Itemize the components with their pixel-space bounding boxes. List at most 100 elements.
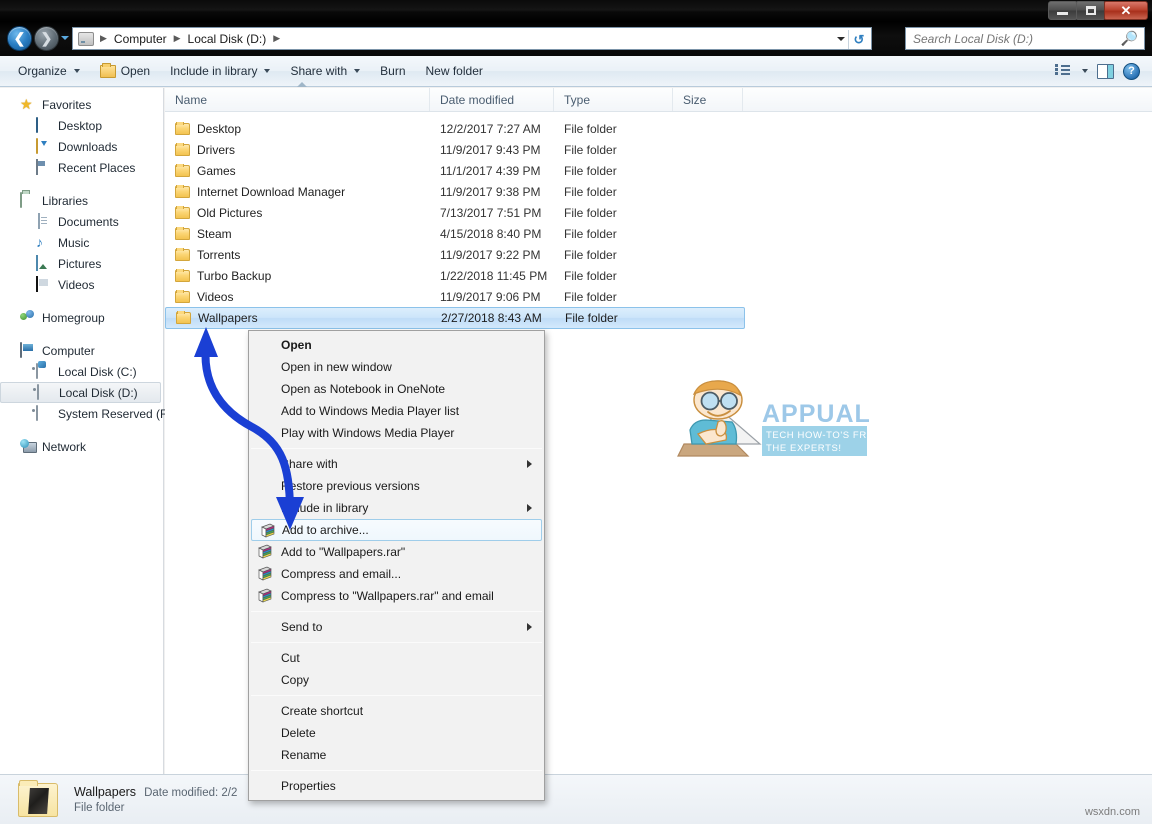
context-menu-item-rename[interactable]: Rename	[249, 744, 544, 766]
preview-pane-icon[interactable]	[1097, 63, 1114, 79]
column-label: Size	[683, 92, 707, 107]
folder-open-icon	[99, 62, 116, 78]
column-header-type[interactable]: Type	[554, 88, 673, 111]
context-menu-item-create-shortcut[interactable]: Create shortcut	[249, 700, 544, 722]
picture-icon	[36, 255, 52, 271]
table-row[interactable]: Steam 4/15/2018 8:40 PM File folder	[165, 223, 1152, 244]
context-menu-item-cut[interactable]: Cut	[249, 647, 544, 669]
row-type: File folder	[564, 121, 617, 136]
address-bar[interactable]: ▶ Computer ▶ Local Disk (D:) ▶ ↺	[72, 27, 872, 50]
context-menu-item-send-to[interactable]: Send to	[249, 616, 544, 638]
chevron-down-icon	[354, 69, 361, 73]
open-button[interactable]: Open	[90, 59, 160, 83]
menu-separator	[251, 611, 542, 612]
sidebar-item-pictures[interactable]: Pictures	[0, 253, 163, 274]
context-menu-item-share-with[interactable]: Share with	[249, 453, 544, 475]
sidebar-item-music[interactable]: ♪ Music	[0, 232, 163, 253]
context-menu-item-open-as-notebook-in-onenote[interactable]: Open as Notebook in OneNote	[249, 378, 544, 400]
table-row[interactable]: Desktop 12/2/2017 7:27 AM File folder	[165, 118, 1152, 139]
column-header-name[interactable]: Name	[165, 82, 430, 111]
chevron-down-icon	[73, 69, 80, 73]
sidebar-item-favorites[interactable]: ★ Favorites	[0, 94, 163, 115]
share-with-button[interactable]: Share with	[280, 59, 370, 83]
breadcrumb-local-disk-d[interactable]: Local Disk (D:)	[185, 32, 270, 46]
column-header-date-modified[interactable]: Date modified	[430, 88, 554, 111]
status-line-1: Wallpapers Date modified: 2/2	[74, 785, 237, 799]
window-controls: ✕	[1048, 1, 1148, 20]
context-menu-item-copy[interactable]: Copy	[249, 669, 544, 691]
new-folder-button[interactable]: New folder	[416, 59, 493, 83]
back-button[interactable]: ❮	[7, 26, 32, 51]
sidebar-item-computer[interactable]: Computer	[0, 340, 163, 361]
change-view-icon[interactable]	[1055, 64, 1071, 78]
help-icon[interactable]: ?	[1123, 62, 1140, 80]
row-name: Torrents	[197, 247, 241, 262]
search-input[interactable]	[906, 31, 1106, 46]
context-menu-item-open-in-new-window[interactable]: Open in new window	[249, 356, 544, 378]
sidebar-item-local-disk-c[interactable]: Local Disk (C:)	[0, 361, 163, 382]
row-name-cell: Desktop	[165, 121, 430, 136]
breadcrumb-computer[interactable]: Computer	[111, 32, 170, 46]
sidebar-item-videos[interactable]: Videos	[0, 274, 163, 295]
folder-icon	[175, 205, 190, 219]
refresh-button[interactable]: ↺	[848, 30, 869, 49]
sidebar-item-local-disk-d[interactable]: Local Disk (D:)	[0, 382, 161, 403]
windows-drive-icon	[36, 363, 52, 379]
close-button[interactable]: ✕	[1104, 1, 1148, 20]
sidebar-item-downloads[interactable]: Downloads	[0, 136, 163, 157]
column-headers: Name Date modified Type Size	[165, 82, 1152, 112]
menu-separator	[251, 642, 542, 643]
sidebar-item-homegroup[interactable]: Homegroup	[0, 307, 163, 328]
context-menu-item-open[interactable]: Open	[249, 334, 544, 356]
context-menu-item-add-to-wallpapers-rar[interactable]: Add to "Wallpapers.rar"	[249, 541, 544, 563]
recent-pages-dropdown-icon[interactable]	[61, 36, 69, 40]
context-menu-item-add-to-wmp-list[interactable]: Add to Windows Media Player list	[249, 400, 544, 422]
table-row-selected[interactable]: Wallpapers 2/27/2018 8:43 AM File folder	[165, 307, 745, 329]
row-type: File folder	[564, 205, 617, 220]
context-menu-item-delete[interactable]: Delete	[249, 722, 544, 744]
table-row[interactable]: Games 11/1/2017 4:39 PM File folder	[165, 160, 1152, 181]
context-menu-item-restore-previous-versions[interactable]: Restore previous versions	[249, 475, 544, 497]
table-row[interactable]: Drivers 11/9/2017 9:43 PM File folder	[165, 139, 1152, 160]
burn-button[interactable]: Burn	[370, 59, 415, 83]
table-row[interactable]: Turbo Backup 1/22/2018 11:45 PM File fol…	[165, 265, 1152, 286]
sidebar-item-desktop[interactable]: Desktop	[0, 115, 163, 136]
table-row[interactable]: Torrents 11/9/2017 9:22 PM File folder	[165, 244, 1152, 265]
sidebar-item-documents[interactable]: Documents	[0, 211, 163, 232]
context-menu-item-include-in-library[interactable]: Include in library	[249, 497, 544, 519]
table-row[interactable]: Old Pictures 7/13/2017 7:51 PM File fold…	[165, 202, 1152, 223]
minimize-button[interactable]	[1048, 1, 1077, 20]
row-date: 11/9/2017 9:43 PM	[440, 142, 541, 157]
chevron-down-icon	[264, 69, 271, 73]
forward-button[interactable]: ❯	[34, 26, 59, 51]
include-in-library-button[interactable]: Include in library	[160, 59, 280, 83]
sidebar-item-recent-places[interactable]: Recent Places	[0, 157, 163, 178]
submenu-arrow-icon	[527, 623, 532, 631]
row-date: 7/13/2017 7:51 PM	[440, 205, 542, 220]
sidebar-label: Recent Places	[58, 160, 136, 175]
organize-label: Organize	[18, 64, 67, 78]
address-chevron-down-icon[interactable]	[837, 37, 845, 41]
include-in-library-label: Include in library	[170, 64, 258, 78]
refresh-icon: ↺	[853, 31, 865, 47]
table-row[interactable]: Videos 11/9/2017 9:06 PM File folder	[165, 286, 1152, 307]
context-menu-item-compress-to-rar-and-email[interactable]: Compress to "Wallpapers.rar" and email	[249, 585, 544, 607]
sidebar-item-network[interactable]: Network	[0, 436, 163, 457]
context-menu-item-add-to-archive[interactable]: Add to archive...	[251, 519, 542, 541]
sidebar-label: Network	[42, 439, 87, 454]
column-header-size[interactable]: Size	[673, 88, 743, 111]
search-box[interactable]: 🔍	[905, 27, 1145, 50]
column-label: Date modified	[440, 92, 515, 107]
maximize-button[interactable]	[1076, 1, 1105, 20]
star-icon: ★	[20, 96, 33, 112]
context-menu-item-compress-and-email[interactable]: Compress and email...	[249, 563, 544, 585]
context-menu-item-play-with-wmp[interactable]: Play with Windows Media Player	[249, 422, 544, 444]
view-chevron-down-icon[interactable]	[1082, 69, 1088, 73]
context-menu-item-properties[interactable]: Properties	[249, 775, 544, 797]
organize-button[interactable]: Organize	[8, 59, 90, 83]
sidebar-item-libraries[interactable]: Libraries	[0, 190, 163, 211]
sidebar-item-system-reserved-f[interactable]: System Reserved (F:)	[0, 403, 175, 424]
table-row[interactable]: Internet Download Manager 11/9/2017 9:38…	[165, 181, 1152, 202]
